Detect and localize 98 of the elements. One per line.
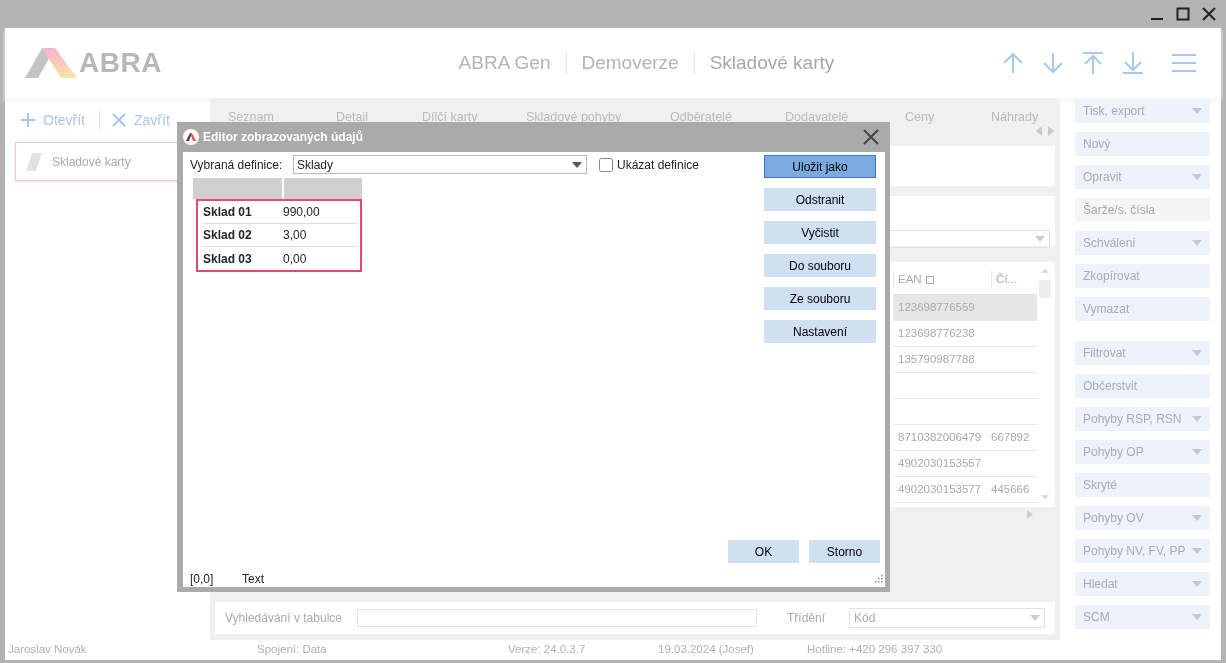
dropdown-button[interactable]: Opravit <box>1075 165 1210 189</box>
cancel-button[interactable]: Storno <box>809 540 880 563</box>
close-icon[interactable] <box>1202 7 1216 21</box>
action-button[interactable]: Občerstvit <box>1075 374 1210 398</box>
definition-dropdown[interactable]: Sklady <box>293 155 587 174</box>
grid-cell-text: 990,00 <box>283 204 320 221</box>
arrow-down-icon[interactable] <box>1041 51 1065 75</box>
card-label: Skladové karty <box>52 153 131 171</box>
show-definitions-checkbox[interactable]: Ukázat definice <box>599 155 700 174</box>
table-cell-text: 4902030153557 <box>897 455 983 471</box>
caret-icon <box>1192 174 1202 180</box>
caret-icon <box>1192 240 1202 246</box>
dialog-button[interactable]: Nastavení <box>764 320 876 343</box>
dialog-button[interactable]: Vyčistit <box>764 221 876 244</box>
table-cell-text: 667892 <box>991 429 1031 445</box>
column-header[interactable]: Čí... <box>991 270 1037 289</box>
table-row[interactable]: 4902030153557 <box>893 451 1037 477</box>
breadcrumb[interactable]: Demoverze <box>581 48 679 78</box>
action-button[interactable]: Nový <box>1075 132 1210 156</box>
action-button[interactable]: Skryté <box>1075 473 1210 497</box>
breadcrumb: Skladové karty <box>709 50 835 75</box>
dropdown-button[interactable]: SCM <box>1075 605 1210 629</box>
table-row[interactable]: 123698776559 <box>893 295 1037 321</box>
caret-icon <box>1192 515 1202 521</box>
grid-cell-text: Sklad 03 <box>203 250 253 268</box>
dialog-status-text: Text <box>242 571 264 588</box>
checkbox-icon <box>599 157 613 172</box>
maximize-icon[interactable] <box>1176 7 1190 21</box>
dialog-button[interactable]: Odstranit <box>764 188 876 211</box>
table-row[interactable]: 123698776238 <box>893 321 1037 347</box>
scroll-right-icon[interactable] <box>1047 126 1055 136</box>
grid-cell-text: 3,00 <box>283 227 307 244</box>
caret-icon <box>1030 615 1040 621</box>
table-row[interactable]: 135790987788 <box>893 347 1037 373</box>
table-cell-text: 445666 <box>991 481 1031 497</box>
dropdown-button[interactable]: Pohyby RSP, RSN <box>1075 407 1210 431</box>
dropdown-button[interactable]: Pohyby OP <box>1075 440 1210 464</box>
grid-cell-text: Sklad 01 <box>203 204 253 221</box>
dropdown-button[interactable]: Pohyby NV, FV, PP <box>1075 539 1210 563</box>
table-row[interactable]: 8710382006479 667892 <box>893 425 1037 451</box>
logo-text: ABRA <box>79 46 162 80</box>
dropdown-button[interactable]: Filtrovat <box>1075 341 1210 365</box>
close-link[interactable]: Zavřít <box>112 109 170 131</box>
table-cell-text: 123698776559 <box>897 299 976 315</box>
caret-icon <box>1035 236 1045 242</box>
scroll-right-icon[interactable] <box>1027 510 1033 519</box>
dropdown-button[interactable]: Hledat <box>1075 572 1210 596</box>
logo-icon <box>25 48 77 78</box>
arrow-to-bottom-icon[interactable] <box>1121 51 1145 75</box>
caret-icon <box>1192 108 1202 114</box>
column-header[interactable]: EAN <box>893 270 991 289</box>
status-text: 19.03.2024 (Josef) <box>658 642 754 658</box>
close-icon[interactable] <box>863 129 879 145</box>
table-cell-text: 4902030153577 <box>897 481 983 497</box>
dropdown-button[interactable]: Tisk, export <box>1075 99 1210 123</box>
arrow-to-top-icon[interactable] <box>1081 51 1105 75</box>
sort-dropdown[interactable]: Kód <box>849 608 1045 628</box>
ok-button[interactable]: OK <box>728 540 799 563</box>
dialog-status-position: [0,0] <box>190 571 215 588</box>
caret-icon <box>1192 548 1202 554</box>
dialog-button[interactable]: Do souboru <box>764 254 876 277</box>
plus-icon <box>21 113 35 127</box>
grid-cell-text: 0,00 <box>283 250 307 268</box>
sort-label: Třídění <box>787 610 826 627</box>
close-icon <box>112 113 126 127</box>
dropdown-button[interactable]: Pohyby OV <box>1075 506 1210 530</box>
arrow-up-icon[interactable] <box>1001 51 1025 75</box>
status-text: Jaroslav Novák <box>8 642 87 658</box>
caret-icon <box>1192 581 1202 587</box>
status-text: Verze: 24.0.3.7 <box>508 642 586 658</box>
table-cell-text: 8710382006479 <box>897 429 983 445</box>
resize-grip-icon[interactable] <box>875 575 883 583</box>
caret-icon <box>1192 614 1202 620</box>
slash-icon <box>26 152 42 171</box>
scroll-left-icon[interactable] <box>1035 126 1043 136</box>
caret-icon <box>1192 449 1202 455</box>
checkbox-icon <box>925 275 934 284</box>
status-text: Spojení: Data <box>257 642 327 658</box>
dialog-button[interactable]: Ze souboru <box>764 287 876 310</box>
table-cell-text: 123698776238 <box>897 325 976 341</box>
app-logo-icon <box>183 129 199 145</box>
open-link[interactable]: Otevřít <box>21 109 85 131</box>
action-button[interactable]: Zkopírovat <box>1075 264 1210 288</box>
search-field[interactable] <box>357 609 757 627</box>
search-label: Vyhledávání v tabulce <box>225 610 343 627</box>
dialog-title: Editor zobrazovaných údajů <box>203 129 364 146</box>
action-button[interactable]: Vymazat <box>1075 297 1210 321</box>
dropdown-button[interactable]: Schválení <box>1075 231 1210 255</box>
table-cell-text: 135790987788 <box>897 351 976 367</box>
menu-icon[interactable] <box>1171 51 1197 75</box>
caret-icon <box>1192 350 1202 356</box>
caret-icon <box>1192 416 1202 422</box>
breadcrumb[interactable]: ABRA Gen <box>458 48 551 78</box>
table-row[interactable]: 4902030153577 445666 <box>893 477 1037 503</box>
caret-icon <box>572 161 582 168</box>
grid-cell-text: Sklad 02 <box>203 227 253 244</box>
status-text: Hotline: +420 296 397 330 <box>807 642 943 658</box>
dialog-button[interactable]: Uložit jako <box>764 155 876 178</box>
